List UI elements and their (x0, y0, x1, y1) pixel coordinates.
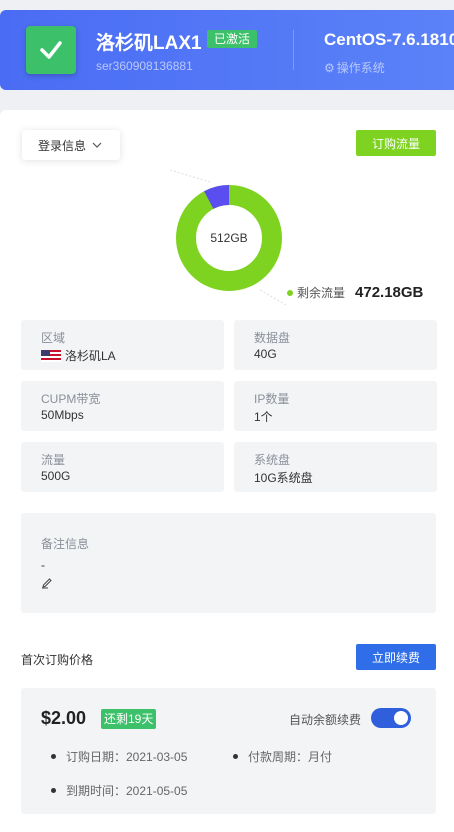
spec-value: 50Mbps (41, 408, 84, 422)
buy-traffic-button[interactable]: 订购流量 (356, 130, 436, 156)
spec-value: 1个 (254, 410, 273, 424)
traffic-total-label: 512GB (210, 231, 247, 245)
status-badge: 已激活 (207, 30, 258, 48)
spec-system-disk: 系统盘 10G系统盘 (234, 442, 437, 492)
expire-date-text: 到期时间：2021-05-05 (66, 784, 188, 798)
header-divider (293, 30, 294, 70)
spec-key: 区域 (41, 331, 66, 345)
spec-key: IP数量 (254, 392, 290, 406)
price-section: $2.00 还剩19天 自动余额续费 订购日期：2021-03-05 付款周期：… (21, 688, 436, 814)
remaining-days-badge: 还剩19天 (101, 709, 157, 729)
pencil-icon[interactable] (41, 576, 55, 590)
gear-icon: ⚙ (324, 60, 335, 75)
remaining-traffic-label: 剩余流量 (297, 286, 346, 300)
expire-date: 到期时间：2021-05-05 (51, 782, 187, 799)
legend-dot (287, 289, 293, 296)
toggle-knob (394, 711, 408, 725)
server-id: ser360908136881 (96, 59, 193, 73)
bullet-dot (51, 788, 56, 793)
spec-key: 流量 (41, 453, 66, 467)
order-date: 订购日期：2021-03-05 (51, 748, 187, 765)
note-label: 备注信息 (41, 537, 90, 551)
spec-value: 洛杉矶LA (65, 349, 116, 363)
spec-value: 40G (254, 347, 277, 361)
spec-value: 10G系统盘 (254, 471, 313, 485)
auto-renew-label: 自动余额续费 (289, 713, 362, 727)
os-name: CentOS-7.6.1810 (324, 30, 454, 49)
server-detail-card: 登录信息 订购流量 512GB 剩余流量 472.18GB 区域 洛杉矶LA 数… (0, 110, 454, 832)
order-date-text: 订购日期：2021-03-05 (66, 750, 188, 764)
spec-ip-count: IP数量 1个 (234, 381, 437, 431)
note-value: - (41, 558, 45, 572)
remaining-traffic: 剩余流量 472.18GB (287, 284, 423, 301)
os-label: ⚙ 操作系统 (324, 59, 385, 76)
login-info-dropdown[interactable]: 登录信息 (22, 130, 120, 160)
spec-bandwidth: CUPM带宽 50Mbps (21, 381, 224, 431)
os-label-text: 操作系统 (336, 61, 385, 75)
spec-key: 数据盘 (254, 331, 291, 345)
login-info-label: 登录信息 (38, 138, 87, 153)
bullet-dot (51, 754, 56, 759)
us-flag-icon (41, 349, 61, 362)
pay-cycle-text: 付款周期：月付 (248, 750, 333, 764)
renew-button[interactable]: 立即续费 (356, 644, 436, 670)
pay-cycle: 付款周期：月付 (233, 748, 332, 765)
spec-region: 区域 洛杉矶LA (21, 320, 224, 370)
price-amount: $2.00 (41, 708, 87, 728)
remaining-traffic-value: 472.18GB (355, 284, 424, 301)
first-price-title: 首次订购价格 (21, 653, 94, 667)
server-header: 洛杉矶LAX1 已激活 ser360908136881 CentOS-7.6.1… (0, 10, 454, 90)
server-name: 洛杉矶LAX1 (96, 33, 202, 54)
note-section: 备注信息 - (21, 513, 436, 613)
chevron-down-icon (92, 142, 102, 148)
bullet-dot (233, 754, 238, 759)
auto-renew-toggle[interactable] (371, 708, 411, 728)
spec-data-disk: 数据盘 40G (234, 320, 437, 370)
spec-value: 500G (41, 469, 71, 483)
spec-traffic: 流量 500G (21, 442, 224, 492)
check-icon (26, 26, 76, 74)
spec-key: 系统盘 (254, 453, 291, 467)
spec-key: CUPM带宽 (41, 392, 101, 406)
